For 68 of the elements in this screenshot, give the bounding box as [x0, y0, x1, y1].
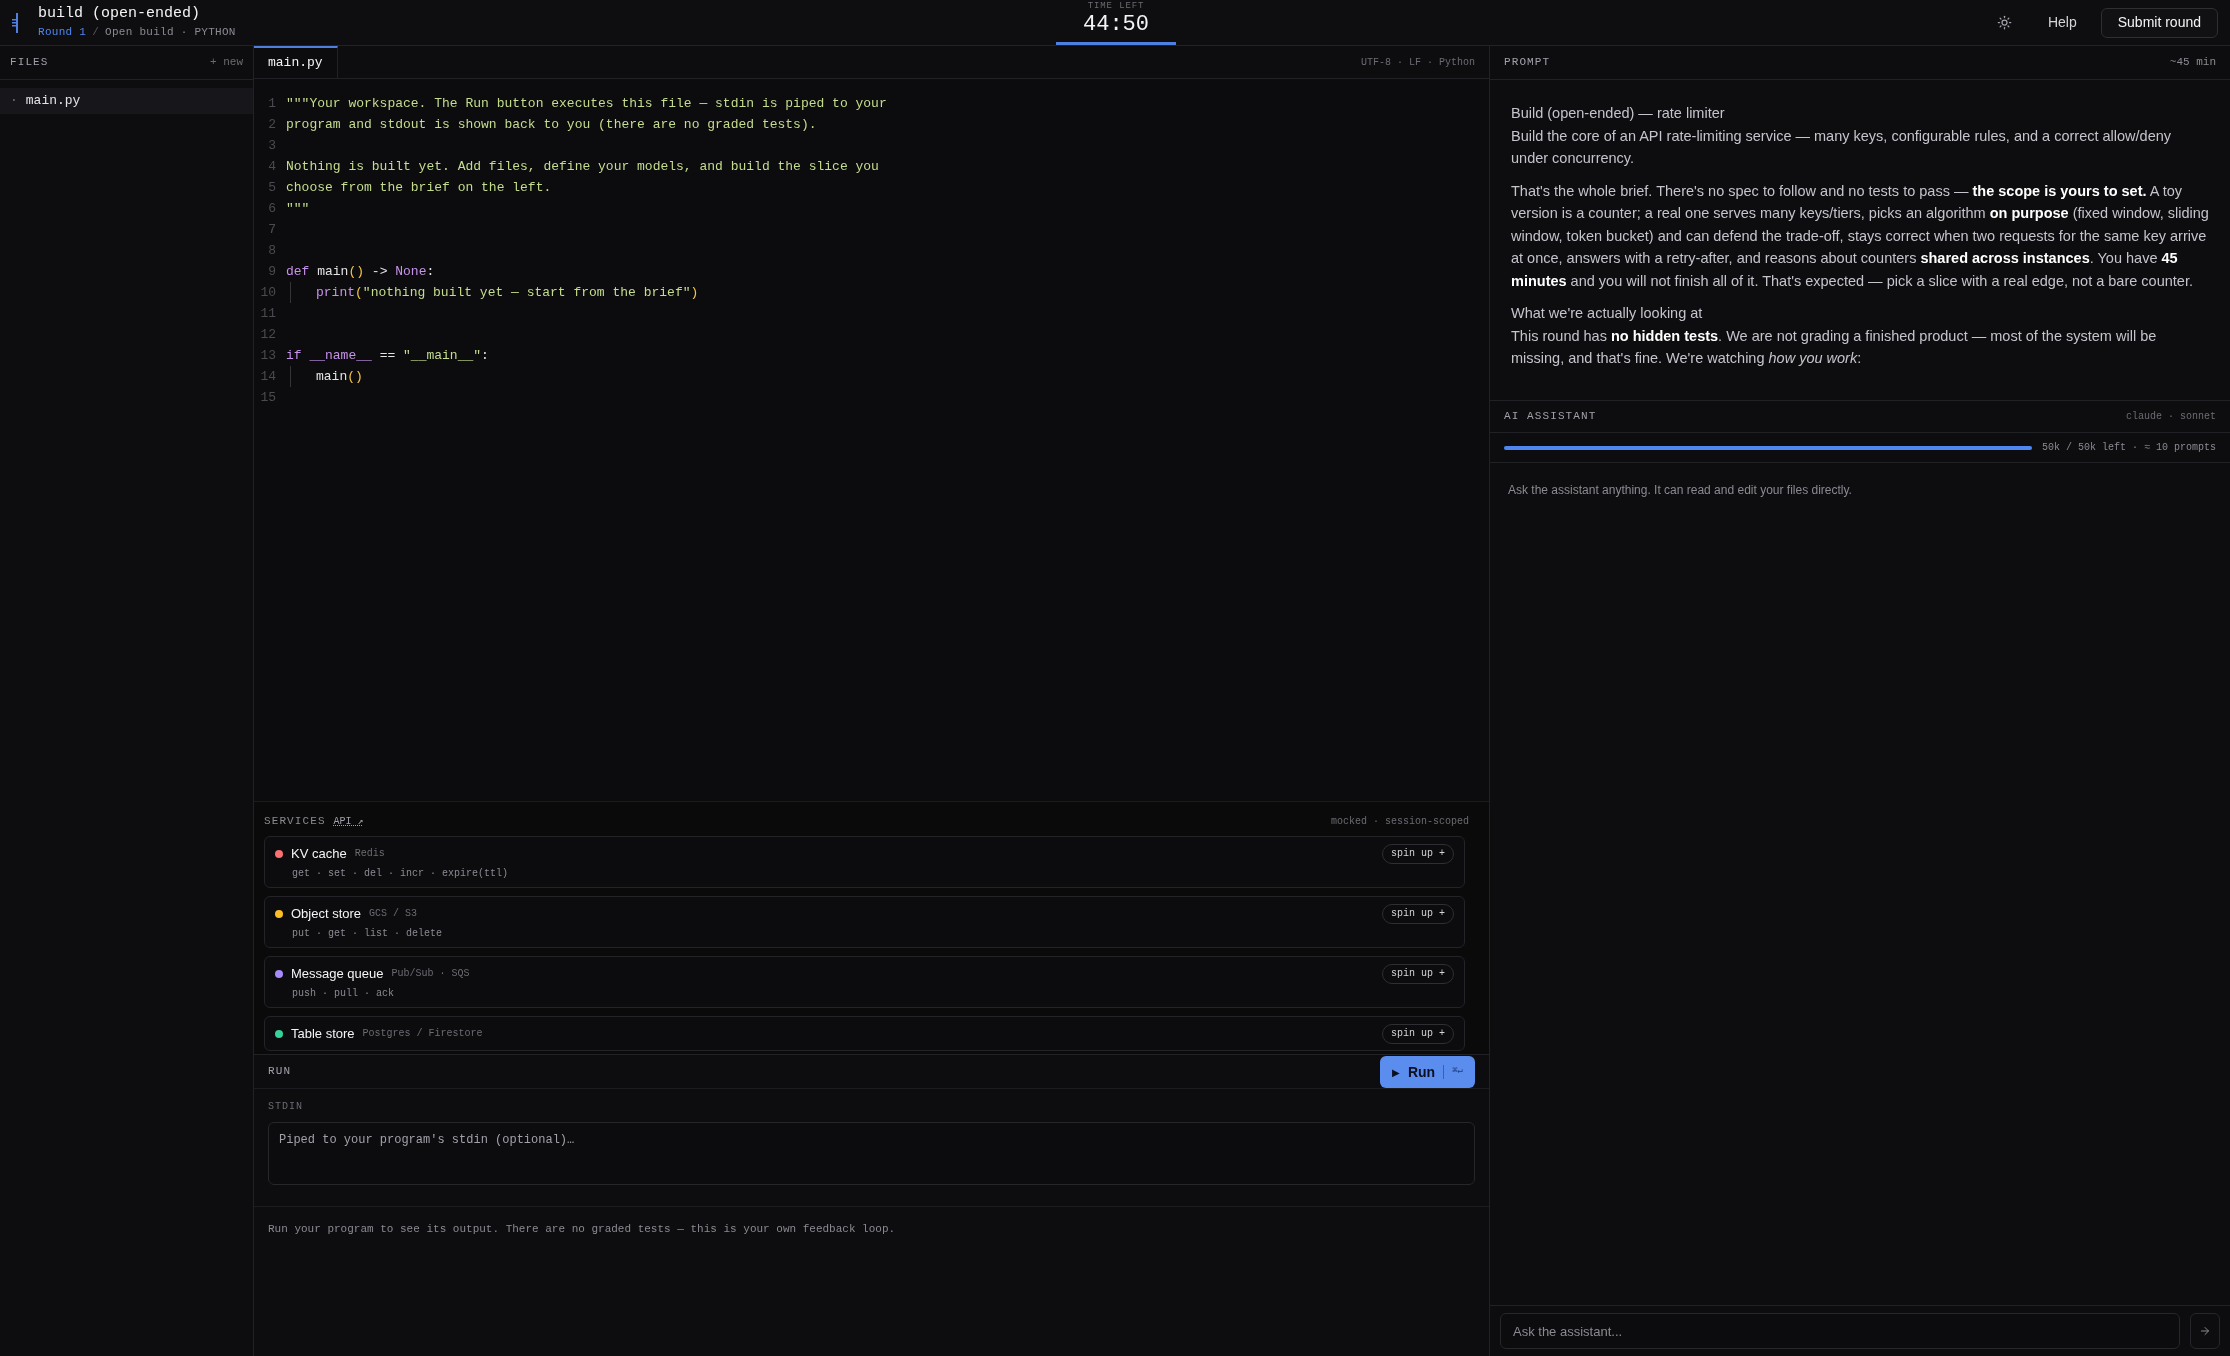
run-button[interactable]: ▶ Run ⌘↵: [1379, 1056, 1475, 1088]
line-number: 12: [259, 325, 276, 344]
service-tech: Pub/Sub · SQS: [391, 967, 470, 981]
line-number: 1: [267, 94, 276, 113]
service-operations: put · get · list · delete: [291, 926, 444, 941]
assistant-input[interactable]: Ask the assistant...: [1500, 1313, 2180, 1349]
line-number: 13: [259, 346, 276, 365]
round-link[interactable]: Round 1: [38, 24, 87, 41]
assistant-title: AI ASSISTANT: [1504, 409, 1597, 425]
files-title: FILES: [10, 55, 49, 71]
assistant-hint: Ask the assistant anything. It can read and edit your files directly.: [1508, 482, 1853, 499]
new-file-button[interactable]: + new: [210, 54, 243, 71]
code-line: program and stdout is shown back to you (there are no graded tests).: [286, 115, 817, 134]
line-number: 4: [267, 157, 276, 176]
service-name: Object store: [291, 904, 362, 923]
code-line: """Your workspace. The Run button executes this file — stdin is piped to your: [286, 94, 887, 113]
prompt-duration: ~45 min: [2169, 55, 2216, 71]
file-item[interactable]: · main.py: [0, 88, 253, 114]
stdin-field[interactable]: Piped to your program's stdin (optional)…: [268, 1122, 1475, 1185]
file-tab[interactable]: main.py: [254, 46, 338, 78]
code-line: """: [286, 199, 310, 218]
help-button[interactable]: Help: [2043, 12, 2081, 33]
token-budget-reading: 50k / 50k left · ≈ 10 prompts: [2041, 441, 2216, 455]
line-number: 5: [267, 178, 276, 197]
api-link[interactable]: API ↗: [333, 813, 364, 829]
prompt-title: PROMPT: [1504, 55, 1551, 71]
brief-paragraph: This round has no hidden tests. We are not grading a finished product — most of the system will be missing, and that's fine. We're watching how you work:: [1511, 326, 2158, 368]
line-number: 6: [267, 199, 276, 218]
service-operations: push · pull · ack: [291, 986, 396, 1001]
service-tech: GCS / S3: [369, 907, 418, 921]
service-name: Message queue: [291, 964, 384, 983]
services-title: SERVICES: [264, 814, 326, 829]
line-number: 3: [267, 136, 276, 155]
service-operations: get · set · del · incr · expire(ttl): [291, 866, 510, 881]
breadcrumb-path: Open build · PYTHON: [105, 25, 236, 41]
code-line: if __name__ == "__main__":: [286, 346, 489, 365]
service-tech: Postgres / Firestore: [362, 1027, 483, 1041]
breadcrumb-separator: /: [92, 25, 100, 41]
line-number: 11: [259, 304, 276, 323]
line-number: 9: [267, 262, 276, 281]
code-line: print("nothing built yet — start from the brief"): [316, 283, 699, 302]
line-number: 15: [259, 388, 276, 407]
send-icon: [2199, 1325, 2211, 1337]
service-name: Table store: [291, 1024, 355, 1043]
output-message: Run your program to see its output. There are no graded tests — this is your own feedback loop.: [267, 1222, 897, 1237]
brief-heading: Build (open-ended) — rate limiter: [1511, 104, 1726, 123]
code-line: def main() -> None:: [286, 262, 435, 281]
services-note: mocked · session-scoped: [1330, 814, 1469, 829]
line-number: 2: [267, 115, 276, 134]
code-line: Nothing is built yet. Add files, define your models, and build the slice you: [286, 157, 879, 176]
project-title: build (open-ended): [38, 4, 202, 25]
brief-heading: What we're actually looking at: [1511, 304, 1704, 323]
file-status: UTF-8 · LF · Python: [1360, 55, 1476, 70]
code-line: main(): [316, 367, 363, 386]
run-title: RUN: [268, 1064, 292, 1080]
line-number: 10: [259, 283, 276, 302]
brief-paragraph: Build the core of an API rate-limiting service — many keys, configurable rules, and a correct allow/deny under concurrency.: [1511, 126, 2173, 168]
brief-paragraph: That's the whole brief. There's no spec to follow and no tests to pass — the scope is yours to set. A toy version is a counter; a real one serves many keys/tiers, picks an algorithm on purpose (fixed window, sliding window, token bucket) and can defend the trade-off, stays correct when two requests for the same key arrive at once, answers with a retry-after, and reasons about counters shared across instances. You have 45 minutes and you will not finish all of it. That's expected — pick a slice with a real edge, not a bare counter.: [1511, 181, 2209, 291]
theme-toggle-icon[interactable]: [1996, 15, 2012, 30]
stdin-label: STDIN: [268, 1100, 304, 1114]
submit-round-button[interactable]: Submit round: [2100, 7, 2218, 38]
line-number: 7: [267, 220, 276, 239]
service-name: KV cache: [291, 844, 347, 863]
service-tech: Redis: [354, 847, 385, 861]
line-number: 8: [267, 241, 276, 260]
line-number: 14: [259, 367, 276, 386]
code-line: choose from the brief on the left.: [286, 178, 552, 197]
model-name: claude · sonnet: [2126, 410, 2216, 424]
